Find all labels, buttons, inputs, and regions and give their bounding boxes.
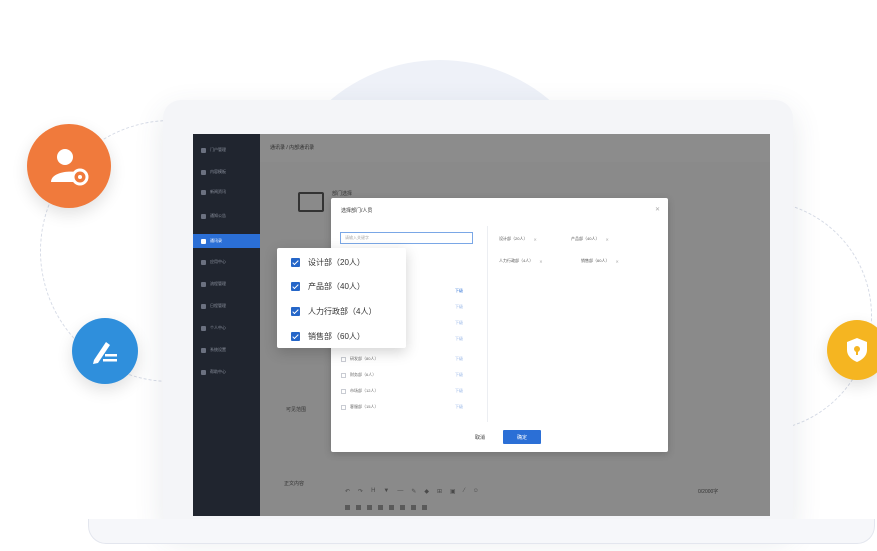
sidebar: 门户管理 内容模板 新闻资讯 通知公告 通讯录 应用中心 流程管理 日程管理 个… — [193, 134, 260, 516]
laptop-base — [88, 519, 875, 544]
selected-tag[interactable]: 产品部（40人） ✕ — [571, 234, 609, 244]
sidebar-item-process[interactable]: 流程管理 — [201, 280, 226, 288]
gear-icon — [201, 347, 206, 353]
monitor-icon — [298, 192, 324, 212]
selected-tag[interactable]: 销售部（60人） ✕ — [581, 256, 619, 266]
checkbox[interactable] — [341, 372, 346, 378]
checkbox-checked[interactable] — [291, 306, 300, 316]
sidebar-item-contacts[interactable]: 通讯录 — [193, 234, 260, 248]
redo-icon[interactable]: ↷ — [358, 488, 363, 495]
editor-toolbar-row2 — [345, 505, 427, 513]
portal-icon — [201, 147, 206, 153]
notice-icon — [201, 213, 206, 219]
sidebar-item-apps[interactable]: 应用中心 — [201, 258, 226, 266]
sub-link[interactable]: 下级 — [455, 320, 463, 326]
breadcrumb: 通讯录 / 内部通讯录 — [270, 145, 315, 151]
strike-icon[interactable] — [378, 505, 383, 510]
sidebar-item-template[interactable]: 内容模板 — [201, 168, 226, 176]
modal-title: 选择部门/人员 — [341, 208, 373, 214]
word-count: 0/2000字 — [698, 489, 719, 495]
sidebar-item-schedule[interactable]: 日程管理 — [201, 302, 226, 310]
top-bar: 通讯录 / 内部通讯录 — [260, 134, 770, 162]
italic-icon[interactable] — [356, 505, 361, 510]
remove-tag-icon[interactable]: ✕ — [539, 259, 542, 264]
dept-row[interactable]: 客服部（15人） — [341, 402, 378, 412]
align-center-icon[interactable] — [400, 505, 405, 510]
cancel-button[interactable]: 取消 — [475, 434, 485, 441]
color-icon[interactable]: ▼ — [383, 488, 389, 494]
sidebar-item-help[interactable]: 帮助中心 — [201, 368, 226, 376]
person-icon — [201, 325, 206, 331]
edit-document-icon — [72, 318, 138, 384]
sidebar-item-news[interactable]: 新闻资讯 — [201, 188, 226, 196]
field-label: 可见范围 — [286, 407, 307, 413]
ok-button[interactable]: 确定 — [503, 430, 541, 444]
table-icon[interactable]: ⊞ — [437, 488, 442, 495]
sidebar-item-settings[interactable]: 系统设置 — [201, 346, 226, 354]
remove-tag-icon[interactable]: ✕ — [605, 237, 608, 242]
bold-icon[interactable] — [345, 505, 350, 510]
checkbox[interactable] — [341, 388, 346, 394]
dept-row[interactable]: 市场部（12人） — [341, 386, 378, 396]
sub-link[interactable]: 下级 — [455, 388, 463, 394]
popup-item[interactable]: 人力行政部（4人） — [291, 304, 376, 318]
remove-tag-icon[interactable]: ✕ — [533, 237, 536, 242]
remove-tag-icon[interactable]: ✕ — [615, 259, 618, 264]
news-icon — [201, 189, 206, 195]
sub-link[interactable]: 下级 — [455, 372, 463, 378]
section-label: 部门选择 — [332, 191, 353, 197]
editor-toolbar: ↶ ↷ H ▼ — ✎ ◆ ⊞ ▣ ⁄ ☺ — [345, 486, 479, 496]
sub-link[interactable]: 下级 — [455, 404, 463, 410]
checkbox-checked[interactable] — [291, 257, 300, 267]
popup-item[interactable]: 销售部（60人） — [291, 329, 365, 343]
checkbox-checked[interactable] — [291, 281, 300, 291]
sidebar-item-portal[interactable]: 门户管理 — [201, 146, 226, 154]
search-input[interactable]: 请输入关键字 — [340, 232, 473, 244]
user-settings-icon — [27, 124, 111, 208]
sidebar-item-notice[interactable]: 通知公告 — [201, 212, 226, 220]
selected-tag[interactable]: 设计部（20人） ✕ — [499, 234, 537, 244]
close-icon[interactable]: ✕ — [655, 206, 660, 213]
sidebar-item-personal[interactable]: 个人中心 — [201, 324, 226, 332]
sub-link[interactable]: 下级 — [455, 288, 463, 294]
underline-icon[interactable] — [367, 505, 372, 510]
sub-link[interactable]: 下级 — [455, 356, 463, 362]
list-icon[interactable] — [411, 505, 416, 510]
schedule-icon — [201, 303, 206, 309]
checkbox[interactable] — [341, 356, 346, 362]
checkbox-checked[interactable] — [291, 331, 300, 341]
line-icon[interactable]: — — [397, 488, 403, 494]
template-icon — [201, 169, 206, 175]
indent-icon[interactable] — [422, 505, 427, 510]
checked-dept-popup: 设计部（20人） 产品部（40人） 人力行政部（4人） 销售部（60人） — [277, 248, 406, 348]
apps-icon — [201, 259, 206, 265]
image-icon[interactable]: ▣ — [450, 488, 456, 495]
heading-icon[interactable]: H — [371, 488, 375, 494]
dept-row[interactable]: 财务部（6人） — [341, 370, 376, 380]
process-icon — [201, 281, 206, 287]
popup-item[interactable]: 设计部（20人） — [291, 255, 365, 269]
pen-icon[interactable]: ✎ — [411, 488, 416, 495]
contacts-icon — [201, 238, 206, 244]
dept-row[interactable]: 研发部（80人） — [341, 354, 378, 364]
editor-label: 正文内容 — [284, 481, 305, 487]
sub-link[interactable]: 下级 — [455, 304, 463, 310]
checkbox[interactable] — [341, 404, 346, 410]
fill-icon[interactable]: ◆ — [424, 488, 429, 495]
align-left-icon[interactable] — [389, 505, 394, 510]
sub-link[interactable]: 下级 — [455, 336, 463, 342]
emoji-icon[interactable]: ☺ — [473, 488, 479, 494]
selected-tag[interactable]: 人力行政部（4人） ✕ — [499, 256, 543, 266]
modal-divider — [487, 226, 488, 422]
link-icon[interactable]: ⁄ — [464, 488, 465, 494]
undo-icon[interactable]: ↶ — [345, 488, 350, 495]
help-icon — [201, 369, 206, 375]
popup-item[interactable]: 产品部（40人） — [291, 279, 365, 293]
